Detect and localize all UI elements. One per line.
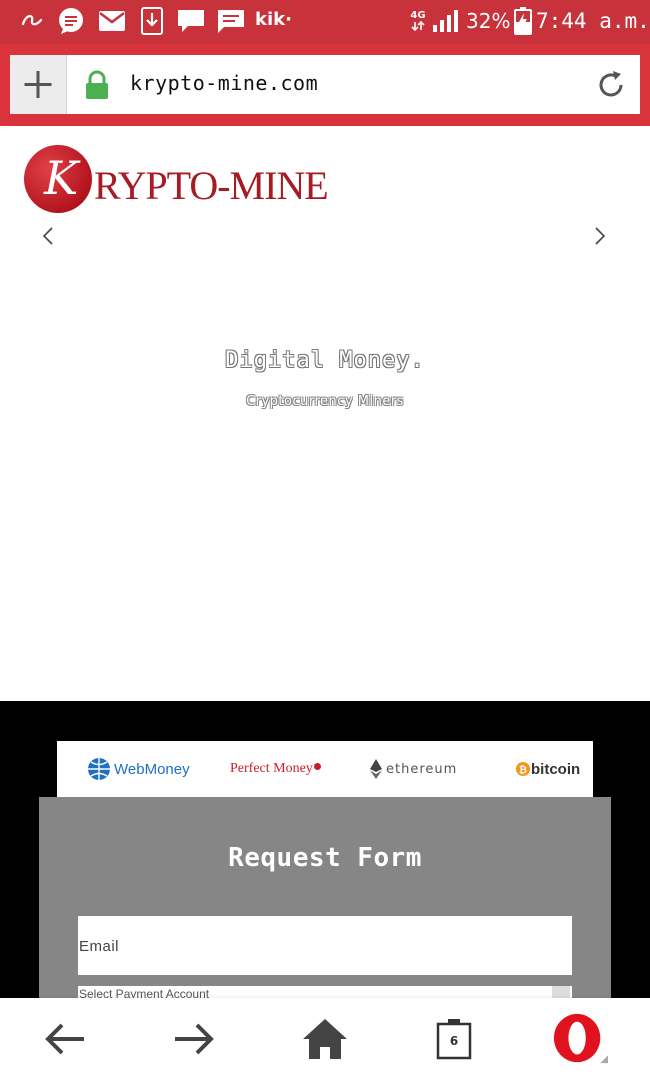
perfect-money-dot-icon [313,762,321,770]
messages-icon [56,8,86,34]
battery-charging-icon [512,7,534,35]
home-icon [303,1019,347,1059]
browser-toolbar: krypto-mine.com [0,44,650,126]
bitcoin-icon: ₿ [516,762,530,776]
hero-title: Digital Money. [225,348,425,373]
browser-bottom-nav: 6 [0,998,650,1080]
battery-percent: 32% [466,9,511,33]
site-logo[interactable]: K RYPTO-MINE [24,145,329,217]
opera-menu-button[interactable] [552,1012,608,1066]
status-bar: kik· 4G 32% 7:44 a.m. [0,0,650,44]
back-button[interactable] [37,1012,93,1066]
plus-icon [24,71,52,98]
signal-icon [432,8,460,34]
ethereum-label: ethereum [386,761,458,777]
perfect-money-logo: Perfect Money [230,741,321,797]
bitcoin-label: bitcoin [531,760,581,778]
tab-count: 6 [449,1034,459,1048]
svg-text:₿: ₿ [519,764,527,776]
network-indicator: 4G [408,8,428,34]
aliexpress-icon [20,8,44,34]
perfect-money-label: Perfect Money [230,761,313,776]
payment-methods-strip: WebMoney Perfect Money ethereum ₿ bitcoi… [57,741,593,797]
tabs-button[interactable]: 6 [426,1012,482,1066]
slider-prev-arrow-icon[interactable] [38,224,58,248]
webmoney-label: WebMoney [114,760,190,778]
form-title: Request Form [228,843,422,873]
tabs-icon: 6 [436,1018,472,1060]
url-text[interactable]: krypto-mine.com [130,71,318,95]
chat-icon [176,8,206,34]
request-form: Request Form Email Select Payment Accoun… [39,797,611,1016]
forward-button[interactable] [166,1012,222,1066]
gmail-icon [98,8,126,34]
back-arrow-icon [45,1023,84,1055]
ethereum-icon [370,759,382,779]
logo-text: RYPTO-MINE [94,163,329,208]
globe-icon [88,758,110,780]
email-placeholder: Email [79,938,120,955]
address-bar[interactable]: krypto-mine.com [10,55,640,114]
webmoney-logo: WebMoney [87,741,190,797]
bitcoin-logo: ₿ bitcoin [516,741,580,797]
lock-icon [84,70,110,104]
network-label: 4G [410,10,426,21]
logo-initial: K [44,151,79,205]
slider-next-arrow-icon[interactable] [590,224,610,248]
hero-subtitle: Cryptocurrency Miners [246,394,404,409]
home-button[interactable] [297,1012,353,1066]
clock: 7:44 a.m. [536,9,650,33]
opera-logo-icon [553,1013,608,1064]
forward-arrow-icon [175,1023,214,1055]
reload-icon[interactable] [594,68,628,106]
email-field[interactable]: Email [78,916,572,975]
sms-icon [216,8,246,34]
download-icon [140,7,164,35]
ethereum-logo: ethereum [369,741,457,797]
kik-label: kik· [255,9,292,30]
new-tab-button[interactable] [10,55,67,114]
